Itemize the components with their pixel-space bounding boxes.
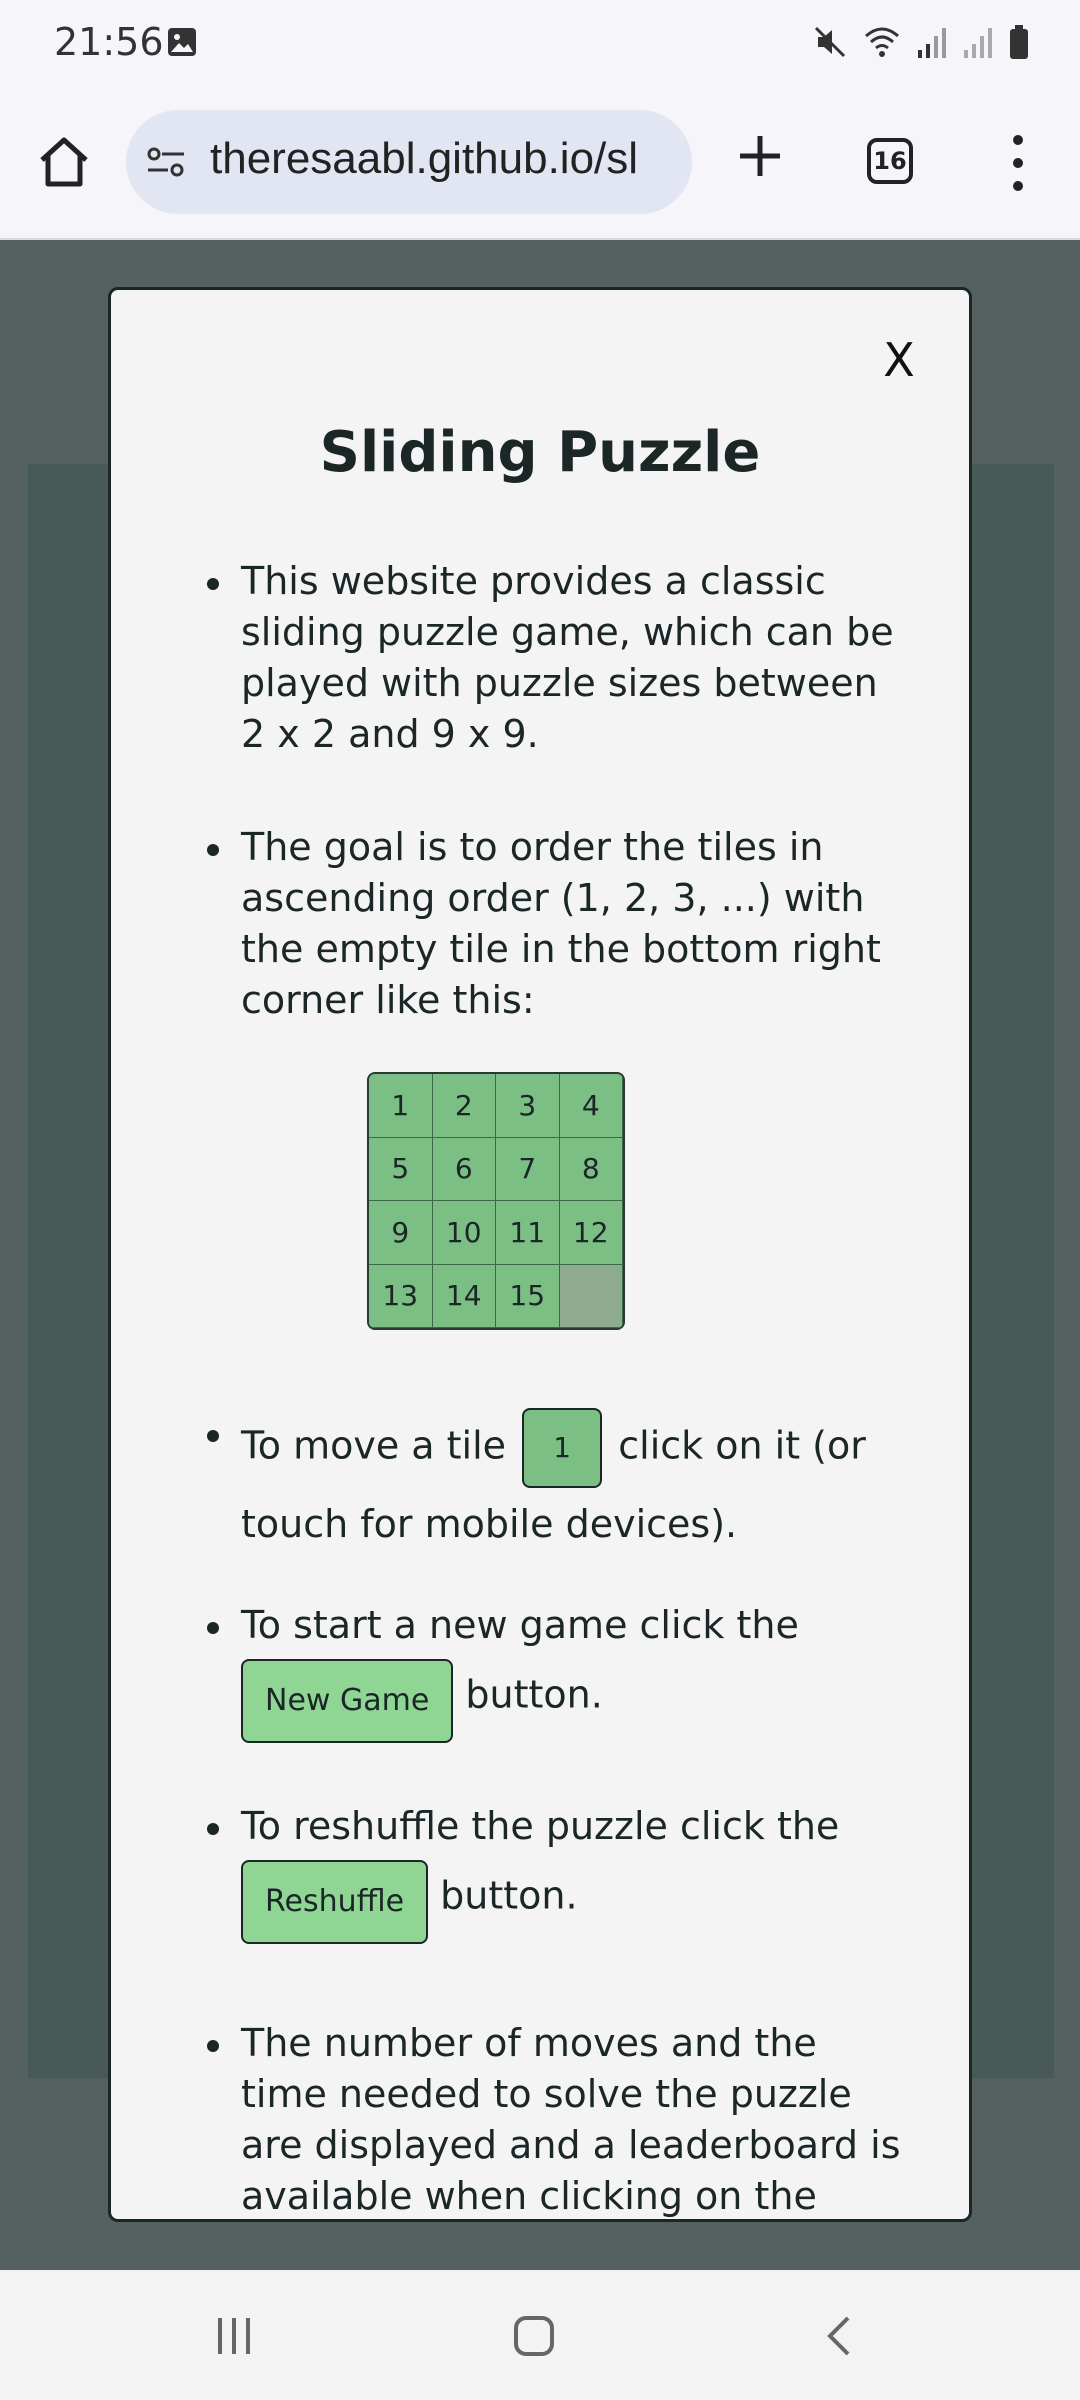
wifi-icon [865,27,899,57]
modal-title: Sliding Puzzle [319,420,761,485]
example-tile: 13 [369,1264,433,1328]
back-icon[interactable] [818,2314,862,2358]
reshuffle-button-example: Reshuffle [241,1860,429,1944]
solved-puzzle-example: 1 2 3 4 5 6 7 8 9 10 11 12 13 14 15 [367,1072,625,1330]
mute-icon [814,26,846,58]
signal-icon [918,28,946,58]
status-time: 21:56 [54,20,164,64]
instruction-text: To move a tile [241,1423,507,1468]
instruction-text: To start a new game click the [241,1603,799,1647]
example-tile: 4 [559,1074,623,1138]
instruction-item: To move a tile 1 click on it (or touch f… [201,1408,901,1560]
instruction-item: The goal is to order the tiles in ascend… [201,822,901,1026]
home-nav-icon[interactable] [512,2314,556,2358]
signal-icon-2 [964,28,992,58]
example-tile: 14 [432,1264,496,1328]
instruction-item: To start a new game click the New Game b… [201,1600,901,1743]
instruction-item: This website provides a classic sliding … [201,556,901,760]
status-bar: 21:56 [0,0,1080,86]
example-tile: 1 [369,1074,433,1138]
example-empty-tile [559,1264,623,1328]
example-tile: 7 [496,1137,560,1201]
new-game-button-example: New Game [241,1659,454,1743]
close-button[interactable]: X [877,337,921,383]
tab-switcher-button[interactable]: 16 [867,138,913,184]
more-options-icon[interactable] [1000,128,1036,198]
instructions-list: This website provides a classic sliding … [201,556,901,2219]
system-nav-bar [0,2270,1080,2400]
url-text: theresaabl.github.io/sl [210,134,639,183]
browser-toolbar: theresaabl.github.io/sl 16 [0,86,1080,240]
instruction-item: To reshuffle the puzzle click the Reshuf… [201,1801,901,1944]
instruction-item: The number of moves and the time needed … [201,2018,901,2219]
instructions-modal: X Sliding Puzzle This website provides a… [108,287,972,2222]
example-tile: 5 [369,1137,433,1201]
example-tile: 12 [559,1201,623,1265]
example-tile: 10 [432,1201,496,1265]
battery-icon [1010,25,1028,59]
example-tile: 9 [369,1201,433,1265]
example-tile: 2 [432,1074,496,1138]
example-tile: 8 [559,1137,623,1201]
home-icon[interactable] [34,132,94,192]
site-settings-icon[interactable] [146,142,186,182]
example-tile: 3 [496,1074,560,1138]
instruction-text: button. [440,1873,578,1918]
instruction-text: button. [465,1672,603,1717]
status-icons [812,24,1030,60]
example-tile: 6 [432,1137,496,1201]
plus-icon[interactable] [730,126,790,186]
example-tile-inline: 1 [522,1408,603,1488]
recent-apps-icon[interactable] [212,2314,256,2358]
instruction-text: To reshuffle the puzzle click the [241,1804,840,1848]
image-icon [168,28,196,56]
url-bar[interactable]: theresaabl.github.io/sl [126,110,692,214]
example-tile: 11 [496,1201,560,1265]
example-tile: 15 [496,1264,560,1328]
